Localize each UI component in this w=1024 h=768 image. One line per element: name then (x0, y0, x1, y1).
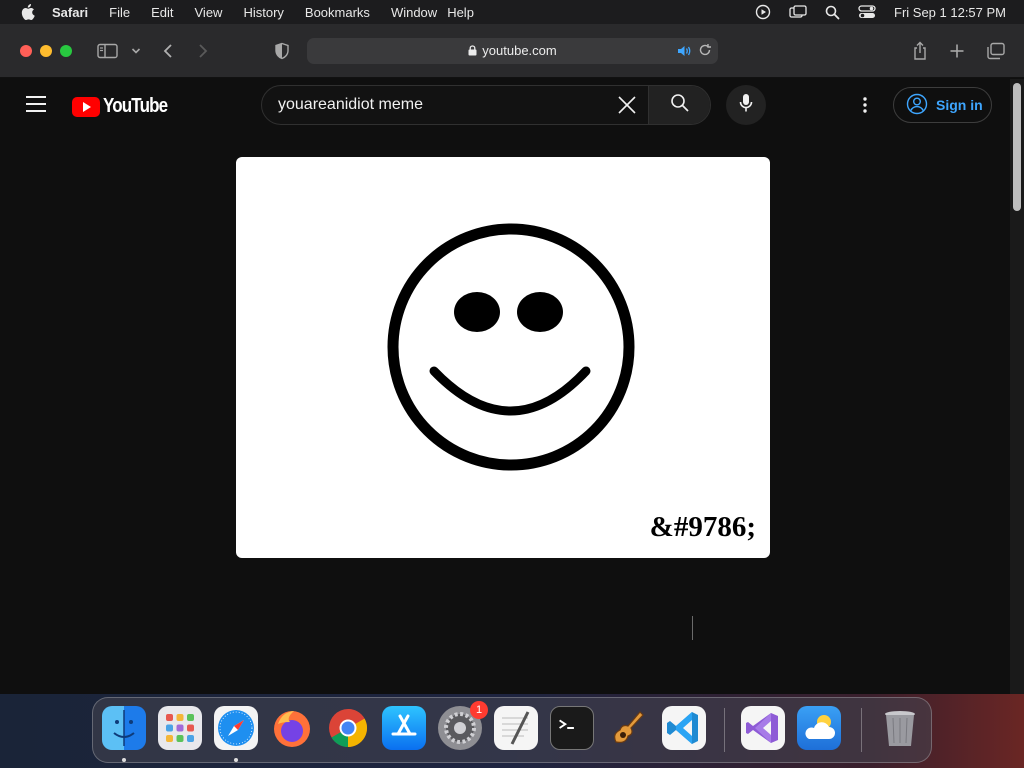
menu-file[interactable]: File (109, 5, 130, 20)
back-chevron-icon[interactable] (162, 40, 174, 62)
safari-app-icon[interactable] (214, 706, 258, 750)
menu-window[interactable]: Window (391, 5, 437, 20)
scrollbar-thumb[interactable] (1013, 83, 1021, 211)
terminal-app-icon[interactable] (550, 706, 594, 750)
smiley-face-image (387, 223, 635, 471)
spotlight-search-icon[interactable] (825, 5, 840, 20)
search-button[interactable] (648, 86, 710, 124)
video-caption-text: &#9786; (649, 511, 756, 543)
trash-icon[interactable] (878, 706, 922, 750)
garageband-app-icon[interactable] (606, 706, 650, 750)
close-window-button[interactable] (20, 45, 32, 57)
share-icon[interactable] (912, 40, 928, 62)
speaker-icon[interactable] (676, 43, 692, 64)
apple-menu-icon[interactable] (18, 2, 38, 22)
privacy-shield-icon[interactable] (274, 40, 290, 62)
hamburger-menu-icon[interactable] (26, 96, 46, 112)
sign-in-label: Sign in (936, 97, 983, 113)
search-icon (670, 93, 690, 118)
launchpad-app-icon[interactable] (158, 706, 202, 750)
safari-running-indicator (234, 758, 238, 762)
control-center-icon[interactable] (858, 4, 876, 20)
finder-running-indicator (122, 758, 126, 762)
webpage-youtube: YouTube Sign in &#9786; (0, 79, 1010, 694)
lock-icon (468, 39, 477, 65)
menu-view[interactable]: View (195, 5, 223, 20)
menu-bar: Safari File Edit View History Bookmarks … (0, 0, 1024, 24)
page-scrollbar[interactable] (1010, 79, 1024, 694)
dock: 1 (92, 697, 932, 763)
menu-help[interactable]: Help (447, 5, 474, 20)
tab-overview-icon[interactable] (986, 40, 1006, 62)
weather-app-icon[interactable] (797, 706, 841, 750)
address-bar[interactable]: youtube.com (307, 38, 718, 64)
search-input[interactable] (262, 86, 610, 124)
video-player[interactable]: &#9786; (236, 157, 770, 558)
search-box (261, 85, 711, 125)
youtube-logo-text: YouTube (103, 95, 168, 117)
minimize-window-button[interactable] (40, 45, 52, 57)
dock-separator (861, 708, 862, 752)
youtube-logo[interactable]: YouTube (72, 95, 179, 118)
screen-mirroring-icon[interactable] (789, 4, 807, 20)
visual-studio-app-icon[interactable] (741, 706, 785, 750)
youtube-play-icon (72, 96, 100, 117)
voice-search-button[interactable] (726, 85, 766, 125)
dock-separator (724, 708, 725, 752)
microphone-icon (739, 93, 753, 118)
firefox-app-icon[interactable] (270, 706, 314, 750)
zoom-window-button[interactable] (60, 45, 72, 57)
address-bar-url: youtube.com (482, 43, 557, 58)
forward-chevron-icon[interactable] (197, 40, 209, 62)
clear-search-icon[interactable] (610, 86, 644, 124)
sign-in-button[interactable]: Sign in (893, 87, 992, 123)
menu-edit[interactable]: Edit (151, 5, 173, 20)
tab-group-chevron-down-icon[interactable] (131, 40, 141, 62)
settings-kebab-icon[interactable] (855, 95, 875, 115)
menu-bar-clock[interactable]: Fri Sep 1 12:57 PM (894, 5, 1006, 20)
finder-app-icon[interactable] (102, 706, 146, 750)
account-circle-icon (906, 93, 928, 118)
chrome-app-icon[interactable] (326, 706, 370, 750)
system-settings-badge: 1 (470, 701, 488, 719)
menu-history[interactable]: History (243, 5, 283, 20)
reload-icon[interactable] (698, 43, 712, 62)
textedit-app-icon[interactable] (494, 706, 538, 750)
sidebar-toggle-icon[interactable] (97, 40, 119, 62)
app-store-app-icon[interactable] (382, 706, 426, 750)
safari-toolbar: youtube.com (0, 24, 1024, 78)
menu-app-name[interactable]: Safari (52, 5, 88, 20)
text-cursor (692, 616, 693, 640)
new-tab-plus-icon[interactable] (949, 40, 965, 62)
menu-bookmarks[interactable]: Bookmarks (305, 5, 370, 20)
vscode-app-icon[interactable] (662, 706, 706, 750)
screen-recording-icon[interactable] (755, 4, 771, 20)
